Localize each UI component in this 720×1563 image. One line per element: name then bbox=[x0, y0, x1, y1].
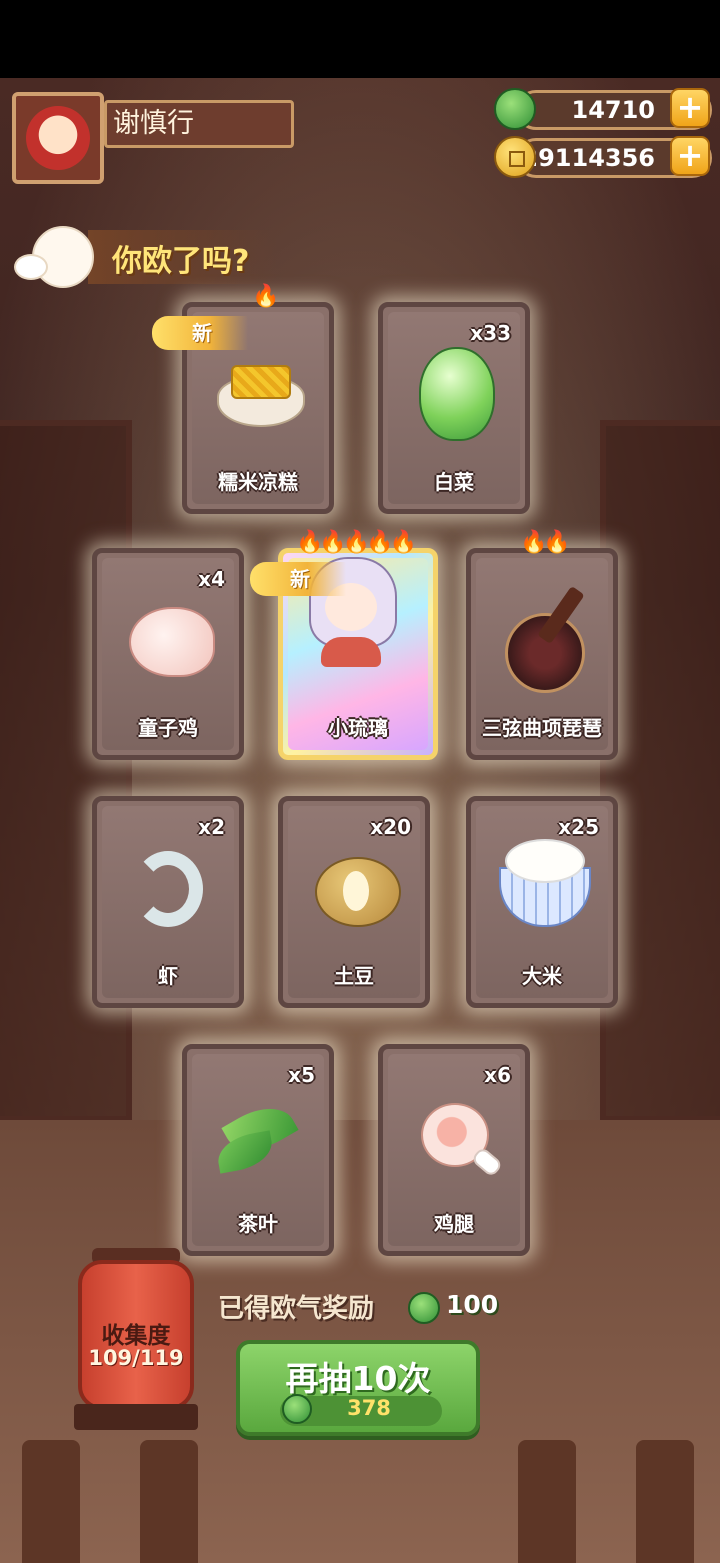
card-label: 小琉璃 bbox=[328, 716, 388, 740]
flame-rarity-icon: 🔥 bbox=[252, 284, 279, 309]
reward-card[interactable]: x2 虾 bbox=[92, 796, 244, 1008]
lantern-stand bbox=[74, 1404, 198, 1430]
reward-card[interactable]: x4 童子鸡 bbox=[92, 548, 244, 760]
fence-post bbox=[22, 1440, 80, 1563]
fence-post bbox=[636, 1440, 694, 1563]
potato-icon bbox=[307, 841, 401, 935]
chicken-icon bbox=[121, 593, 215, 687]
fence-post bbox=[518, 1440, 576, 1563]
card-count: x33 bbox=[470, 321, 511, 345]
card-label: 土豆 bbox=[334, 964, 374, 988]
jade-icon bbox=[494, 88, 536, 130]
fence-post bbox=[140, 1440, 198, 1563]
card-label: 糯米凉糕 bbox=[218, 470, 298, 494]
avatar[interactable] bbox=[12, 92, 104, 184]
card-count: x2 bbox=[198, 815, 225, 839]
rice-bowl-icon bbox=[495, 839, 591, 935]
card-count: x20 bbox=[370, 815, 411, 839]
card-label: 鸡腿 bbox=[434, 1212, 474, 1236]
reward-card[interactable]: x5 茶叶 bbox=[182, 1044, 334, 1256]
jade-icon bbox=[282, 1394, 312, 1424]
card-label: 白菜 bbox=[434, 470, 474, 494]
collection-progress: 109/119 bbox=[88, 1346, 184, 1370]
player-name: 谢慎行 bbox=[104, 100, 294, 148]
tea-leaf-icon bbox=[211, 1089, 305, 1183]
coin-icon bbox=[494, 136, 536, 178]
collection-label: 收集度 bbox=[101, 1323, 171, 1349]
left-window-panel bbox=[0, 420, 132, 1122]
drumstick-icon bbox=[407, 1089, 501, 1183]
reward-card[interactable]: x25 大米 bbox=[466, 796, 618, 1008]
add-coin-button[interactable]: + bbox=[670, 136, 710, 176]
coin-amount: 29114356 bbox=[521, 144, 655, 172]
card-label: 童子鸡 bbox=[138, 716, 198, 740]
card-count: x4 bbox=[198, 567, 225, 591]
flame-rarity-icon: 🔥🔥🔥🔥🔥 bbox=[296, 530, 417, 555]
new-badge: 新 bbox=[250, 562, 346, 596]
right-window-panel bbox=[600, 420, 720, 1122]
card-count: x6 bbox=[484, 1063, 511, 1087]
reward-value: 100 bbox=[446, 1290, 499, 1319]
card-label: 虾 bbox=[158, 964, 178, 988]
cabbage-icon bbox=[407, 347, 501, 441]
reward-card[interactable]: 三弦曲项琵琶 bbox=[466, 548, 618, 760]
card-count: x25 bbox=[558, 815, 599, 839]
add-jade-button[interactable]: + bbox=[670, 88, 710, 128]
draw-again-button[interactable]: 再抽10次 378 bbox=[236, 1340, 480, 1436]
reward-label: 已得欧气奖励 bbox=[218, 1294, 375, 1324]
flame-rarity-icon: 🔥🔥 bbox=[520, 530, 571, 555]
cake-icon bbox=[211, 347, 305, 441]
lucky-banner-text: 你欧了吗? bbox=[112, 244, 250, 279]
chick-mascot-icon bbox=[14, 222, 100, 292]
card-label: 茶叶 bbox=[238, 1212, 278, 1236]
shrimp-icon bbox=[121, 841, 215, 935]
reward-card[interactable]: x20 土豆 bbox=[278, 796, 430, 1008]
card-label: 三弦曲项琵琶 bbox=[482, 716, 602, 740]
reward-card[interactable]: x6 鸡腿 bbox=[378, 1044, 530, 1256]
new-badge: 新 bbox=[152, 316, 248, 350]
jade-icon bbox=[408, 1292, 440, 1324]
card-count: x5 bbox=[288, 1063, 315, 1087]
card-label: 大米 bbox=[522, 964, 562, 988]
reward-card[interactable]: x33 白菜 bbox=[378, 302, 530, 514]
jade-amount: 14710 bbox=[571, 96, 656, 124]
status-bar bbox=[0, 0, 720, 78]
draw-cost: 378 bbox=[347, 1396, 391, 1420]
pipa-icon bbox=[495, 585, 589, 693]
draw-again-label: 再抽10次 bbox=[285, 1359, 431, 1398]
avatar-portrait bbox=[26, 106, 90, 170]
